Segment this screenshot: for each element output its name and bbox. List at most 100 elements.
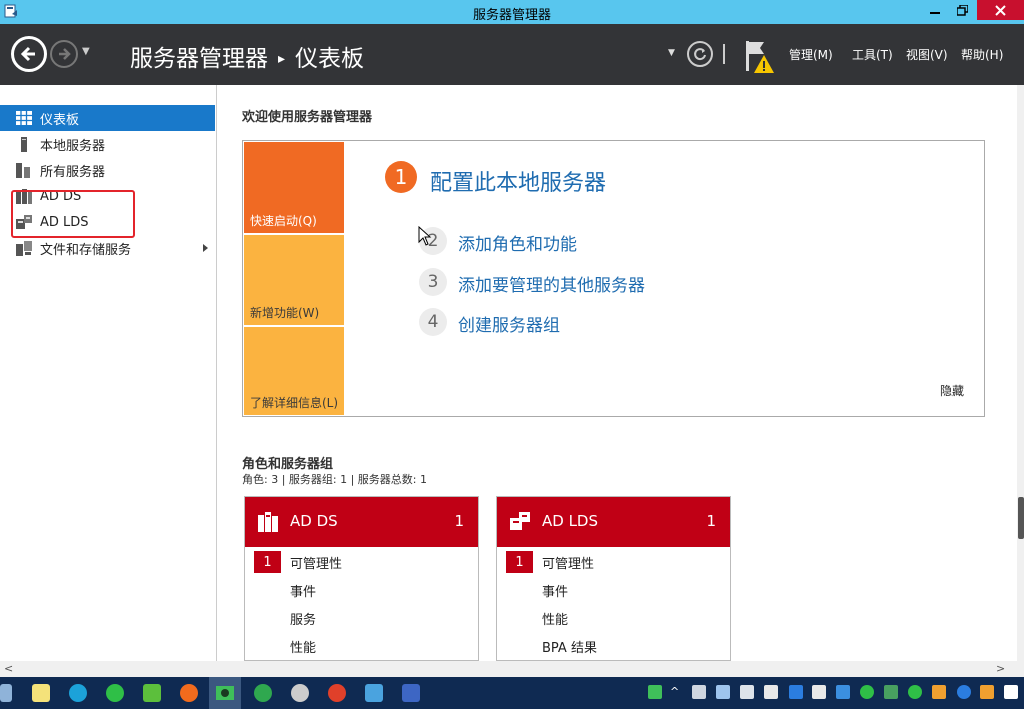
role-row-performance[interactable]: 性能 bbox=[542, 609, 568, 628]
server-manager-task[interactable] bbox=[209, 677, 241, 709]
all-servers-icon bbox=[16, 162, 32, 178]
welcome-tile-panel: 快速启动(Q) 新增功能(W) 了解详细信息(L) 1 配置此本地服务器 2 添… bbox=[242, 140, 985, 417]
start-icon[interactable] bbox=[0, 684, 12, 702]
word-icon[interactable] bbox=[402, 684, 420, 702]
add-other-servers-link[interactable]: 添加要管理的其他服务器 bbox=[458, 271, 645, 296]
close-icon bbox=[995, 4, 1006, 16]
manageability-alert-badge: 1 bbox=[254, 551, 281, 573]
add-roles-features-link[interactable]: 添加角色和功能 bbox=[458, 230, 577, 255]
role-card-header[interactable]: AD LDS 1 bbox=[497, 497, 730, 547]
menu-help[interactable]: 帮助(H) bbox=[961, 46, 1003, 63]
role-name: AD LDS bbox=[542, 512, 599, 530]
role-row-performance[interactable]: 性能 bbox=[290, 637, 316, 656]
header-divider bbox=[723, 44, 725, 64]
photos-icon[interactable] bbox=[365, 684, 383, 702]
role-row-events[interactable]: 事件 bbox=[542, 581, 568, 600]
role-row-manageability[interactable]: 可管理性 bbox=[542, 553, 594, 572]
tray-green-circle-icon[interactable] bbox=[860, 685, 874, 699]
close-button[interactable] bbox=[977, 0, 1024, 20]
arrow-right-icon bbox=[59, 48, 71, 60]
tray-display-icon[interactable] bbox=[836, 685, 850, 699]
tray-wifi-icon[interactable] bbox=[1004, 685, 1018, 699]
tray-printer-icon[interactable] bbox=[692, 685, 706, 699]
tray-chevron-up-icon[interactable]: ^ bbox=[670, 685, 684, 699]
tray-cube-icon[interactable] bbox=[716, 685, 730, 699]
tray-bluetooth-icon[interactable] bbox=[957, 685, 971, 699]
role-row-services[interactable]: 服务 bbox=[290, 609, 316, 628]
header-bar: ▼ 服务器管理器 ▸ 仪表板 ▼ 管理(M) 工具(T) 视图(V) 帮助(H) bbox=[0, 24, 1024, 85]
sidebar: 仪表板 本地服务器 所有服务器 AD DS AD LDS 文件和存储服务 bbox=[0, 85, 217, 661]
refresh-button[interactable] bbox=[687, 41, 713, 67]
tray-orange-app-icon[interactable] bbox=[980, 685, 994, 699]
menu-manage[interactable]: 管理(M) bbox=[789, 46, 833, 63]
sidebar-item-local-server[interactable]: 本地服务器 bbox=[0, 131, 215, 157]
green-app-icon[interactable] bbox=[254, 684, 272, 702]
maximize-button[interactable] bbox=[949, 0, 975, 20]
wechat-icon[interactable] bbox=[106, 684, 124, 702]
scroll-right-icon[interactable]: > bbox=[996, 662, 1005, 675]
configure-local-server-link[interactable]: 配置此本地服务器 bbox=[430, 165, 606, 197]
tray-app-icon[interactable] bbox=[648, 685, 662, 699]
tray-palette-icon[interactable] bbox=[884, 685, 898, 699]
role-count: 1 bbox=[706, 512, 716, 530]
tile-label: 快速启动(Q) bbox=[250, 214, 317, 228]
taskbar: ^ bbox=[0, 677, 1024, 709]
scroll-left-icon[interactable]: < bbox=[4, 662, 13, 675]
role-card-ad-lds[interactable]: AD LDS 1 1 可管理性 事件 性能 BPA 结果 bbox=[496, 496, 731, 661]
role-row-events[interactable]: 事件 bbox=[290, 581, 316, 600]
sidebar-item-all-servers[interactable]: 所有服务器 bbox=[0, 157, 215, 183]
role-row-manageability[interactable]: 可管理性 bbox=[290, 553, 342, 572]
tray-lightning-icon[interactable] bbox=[789, 685, 803, 699]
tray-battery-icon[interactable] bbox=[812, 685, 826, 699]
mouse-cursor-icon bbox=[418, 226, 432, 246]
tile-learn-more[interactable]: 了解详细信息(L) bbox=[244, 327, 344, 415]
settings-gear-icon[interactable] bbox=[291, 684, 309, 702]
menu-view[interactable]: 视图(V) bbox=[906, 46, 948, 63]
step-number-4: 4 bbox=[419, 308, 447, 336]
vertical-scrollbar[interactable] bbox=[1017, 85, 1024, 661]
role-card-ad-ds[interactable]: AD DS 1 1 可管理性 事件 服务 性能 bbox=[244, 496, 479, 661]
history-dropdown[interactable]: ▼ bbox=[82, 46, 90, 57]
minimize-button[interactable] bbox=[922, 0, 948, 20]
refresh-icon bbox=[694, 48, 706, 61]
tile-label: 了解详细信息(L) bbox=[250, 396, 339, 410]
sidebar-item-dashboard[interactable]: 仪表板 bbox=[0, 105, 215, 131]
title-bar: 服务器管理器 bbox=[0, 0, 1024, 24]
clover-icon[interactable] bbox=[143, 684, 161, 702]
notepad-icon[interactable] bbox=[32, 684, 50, 702]
server-manager-taskbar-icon bbox=[216, 686, 234, 700]
role-name: AD DS bbox=[290, 512, 338, 530]
tile-label: 新增功能(W) bbox=[250, 306, 320, 320]
hide-welcome-link[interactable]: 隐藏 bbox=[940, 382, 964, 399]
annotation-highlight-box bbox=[11, 190, 135, 238]
tile-whats-new[interactable]: 新增功能(W) bbox=[244, 235, 344, 325]
sidebar-item-label: 所有服务器 bbox=[40, 164, 106, 180]
firefox-icon[interactable] bbox=[180, 684, 198, 702]
restore-icon bbox=[956, 4, 968, 16]
role-card-header[interactable]: AD DS 1 bbox=[245, 497, 478, 547]
sidebar-item-file-storage[interactable]: 文件和存储服务 bbox=[0, 235, 215, 261]
red-app-icon[interactable] bbox=[328, 684, 346, 702]
local-server-icon bbox=[16, 136, 32, 152]
breadcrumb-root[interactable]: 服务器管理器 bbox=[130, 46, 268, 72]
refresh-dropdown[interactable]: ▼ bbox=[668, 48, 675, 58]
sidebar-item-label: 本地服务器 bbox=[40, 138, 106, 154]
ad-ds-icon bbox=[258, 512, 278, 532]
tray-security-icon[interactable] bbox=[932, 685, 946, 699]
horizontal-scrollbar[interactable]: < > bbox=[0, 661, 1024, 677]
notifications-flag-icon[interactable] bbox=[744, 39, 776, 75]
tile-quick-start[interactable]: 快速启动(Q) bbox=[244, 142, 344, 233]
tray-wechat-icon[interactable] bbox=[908, 685, 922, 699]
menu-tools[interactable]: 工具(T) bbox=[852, 46, 893, 63]
vertical-scroll-thumb[interactable] bbox=[1018, 497, 1024, 539]
forward-button[interactable] bbox=[50, 40, 78, 68]
tray-volume-muted-icon[interactable] bbox=[740, 685, 754, 699]
tray-shield-icon[interactable] bbox=[764, 685, 778, 699]
back-button[interactable] bbox=[11, 36, 47, 72]
edge-browser-icon[interactable] bbox=[69, 684, 87, 702]
ad-lds-icon bbox=[510, 512, 530, 530]
role-row-bpa-results[interactable]: BPA 结果 bbox=[542, 637, 597, 656]
expand-arrow-icon[interactable] bbox=[203, 244, 208, 252]
file-storage-icon bbox=[16, 240, 32, 256]
create-server-group-link[interactable]: 创建服务器组 bbox=[458, 311, 560, 336]
